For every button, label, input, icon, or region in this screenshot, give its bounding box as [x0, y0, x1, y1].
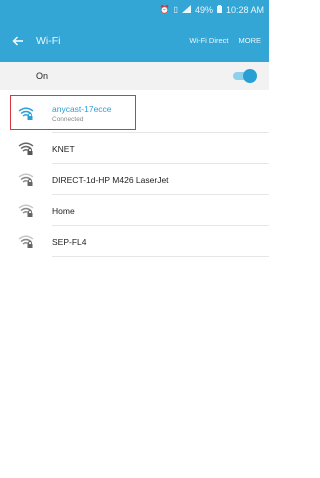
wifi-switch[interactable] — [231, 69, 257, 83]
network-item[interactable]: DIRECT-1d-HP M426 LaserJet — [0, 164, 269, 195]
network-item[interactable]: SEP-FL4 — [0, 226, 269, 257]
more-button[interactable]: MORE — [235, 19, 270, 62]
wifi-direct-button[interactable]: Wi-Fi Direct — [183, 19, 234, 62]
wifi-toggle-row[interactable]: On — [0, 62, 269, 90]
wifi-lock-icon — [0, 235, 52, 248]
network-item[interactable]: Home — [0, 195, 269, 226]
battery-percent: 49% — [194, 4, 213, 15]
highlight-box — [10, 95, 136, 130]
page-title: Wi-Fi — [36, 34, 61, 47]
back-button[interactable] — [0, 19, 36, 62]
status-bar: ⏰ ▯ 49% 10:28 AM — [0, 0, 269, 19]
network-name: KNET — [52, 143, 75, 154]
network-name: SEP-FL4 — [52, 236, 87, 247]
alarm-icon: ⏰ — [159, 5, 170, 14]
wifi-lock-icon — [0, 204, 52, 217]
divider — [52, 256, 269, 257]
back-arrow-icon — [12, 36, 23, 45]
status-time: 10:28 AM — [225, 4, 264, 15]
toggle-label: On — [36, 71, 49, 81]
network-name: DIRECT-1d-HP M426 LaserJet — [52, 174, 169, 185]
app-bar: Wi-Fi Wi-Fi Direct MORE — [0, 19, 269, 62]
network-name: Home — [52, 205, 75, 216]
switch-thumb — [243, 69, 257, 83]
vibrate-icon: ▯ — [173, 5, 178, 14]
wifi-lock-icon — [0, 173, 52, 186]
signal-icon — [181, 4, 191, 15]
wifi-lock-icon — [0, 142, 52, 155]
battery-icon — [216, 4, 222, 15]
network-item[interactable]: KNET — [0, 133, 269, 164]
